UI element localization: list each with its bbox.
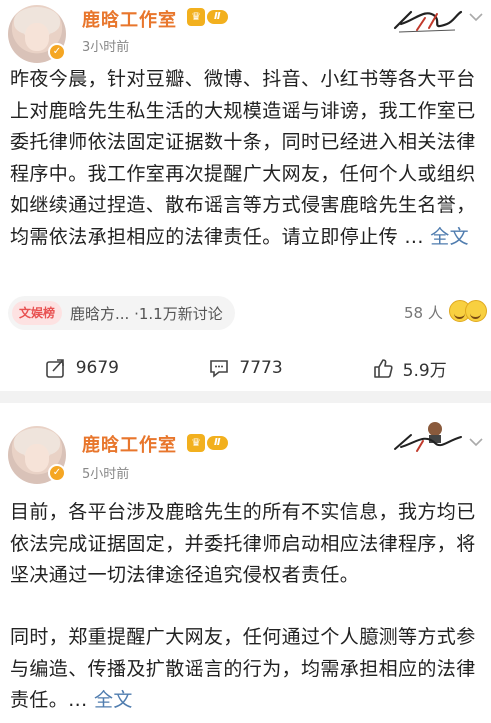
member-level-badge[interactable]: ♛ Ⅱ [187, 434, 228, 452]
crown-icon: ♛ [187, 434, 205, 452]
repost-icon [45, 359, 64, 378]
post-text: 昨夜今晨，针对豆瓣、微博、抖音、小红书等各大平台上对鹿晗先生私生活的大规模造谣与… [10, 68, 476, 248]
member-level-badge[interactable]: ♛ Ⅱ [187, 8, 228, 26]
topic-tag: 文娱榜 [12, 301, 63, 325]
comment-button[interactable]: 7773 [164, 345, 328, 391]
author-name[interactable]: 鹿晗工作室 [82, 6, 177, 32]
post-time: 3小时前 [82, 40, 130, 55]
like-button[interactable]: 5.9万 [327, 345, 491, 391]
signature-card-image[interactable] [391, 421, 465, 455]
repost-count: 9679 [75, 358, 119, 378]
post-body-paragraph-1: 目前，各平台涉及鹿晗先生的所有不实信息，我方均已依法完成证据固定，并委托律师启动… [10, 501, 476, 587]
reaction-count[interactable]: 58 人 [404, 302, 443, 323]
crown-icon: ♛ [187, 8, 205, 26]
reaction-emojis[interactable] [449, 300, 487, 322]
thumbs-up-icon [373, 359, 393, 378]
weibo-post: ✓ 鹿晗工作室 ♛ Ⅱ 5小时前 目前，各平台涉及鹿晗先生的所有不实信息，我方均… [0, 403, 491, 723]
comment-count: 7773 [239, 358, 283, 378]
topic-text: 鹿晗方... ·1.1万新讨论 [70, 304, 223, 323]
post-time: 5小时前 [82, 467, 130, 482]
chevron-down-icon[interactable] [469, 435, 483, 449]
post-divider [0, 391, 491, 403]
weibo-post: ✓ 鹿晗工作室 ♛ Ⅱ 3小时前 昨夜今晨，针对豆瓣、微博、抖音、小红书等各大平… [0, 0, 491, 391]
full-text-link[interactable]: 全文 [430, 226, 469, 248]
repost-button[interactable]: 9679 [0, 345, 164, 391]
post-text: 同时，郑重提醒广大网友，任何通过个人臆测等方式参与编造、传播及扩散谣言的行为，均… [10, 626, 476, 712]
chevron-down-icon[interactable] [469, 10, 483, 24]
signature-card-image[interactable] [391, 2, 465, 36]
author-name[interactable]: 鹿晗工作室 [82, 431, 177, 457]
avatar-face [25, 444, 49, 472]
topic-pill[interactable]: 文娱榜 鹿晗方... ·1.1万新讨论 [8, 296, 235, 330]
level-label: Ⅱ [207, 436, 228, 450]
like-count: 5.9万 [402, 360, 447, 381]
comment-icon [210, 360, 229, 378]
verified-badge-icon: ✓ [48, 464, 66, 482]
action-bar: 9679 7773 5.9万 [0, 345, 491, 391]
topic-bar[interactable]: 文娱榜 鹿晗方... ·1.1万新讨论 [8, 294, 235, 332]
full-text-link[interactable]: 全文 [94, 689, 133, 711]
post-body: 昨夜今晨，针对豆瓣、微博、抖音、小红书等各大平台上对鹿晗先生私生活的大规模造谣与… [10, 64, 484, 254]
post-body-paragraph-2: 同时，郑重提醒广大网友，任何通过个人臆测等方式参与编造、传播及扩散谣言的行为，均… [10, 622, 484, 717]
level-label: Ⅱ [207, 10, 228, 24]
avatar-face [25, 23, 49, 51]
grin-emoji-icon [465, 300, 487, 322]
verified-badge-icon: ✓ [48, 43, 66, 61]
